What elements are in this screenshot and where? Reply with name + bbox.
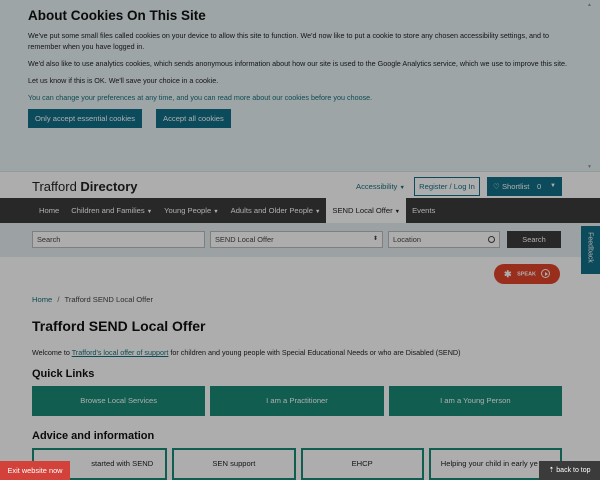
play-icon bbox=[541, 269, 550, 278]
back-to-top-label: back to top bbox=[556, 467, 591, 474]
cookie-paragraph-2: We'd also like to use analytics cookies,… bbox=[28, 59, 567, 68]
breadcrumb-current: Trafford SEND Local Offer bbox=[64, 295, 154, 304]
cookie-preferences-link[interactable]: You can change your preferences at any t… bbox=[28, 92, 572, 103]
quick-links: Browse Local Services I am a Practitione… bbox=[32, 386, 562, 416]
nav-item-young-people[interactable]: Young People ▼ bbox=[158, 198, 224, 223]
chevron-down-icon: ▼ bbox=[394, 209, 401, 215]
nav-item-send-local-offer[interactable]: SEND Local Offer ▼ bbox=[326, 198, 407, 223]
nav-label: Adults and Older People bbox=[230, 206, 313, 215]
advice-links: started with SEND SEN support EHCP Helpi… bbox=[32, 448, 562, 480]
cookie-paragraph-3: Let us know if this is OK. We'll save yo… bbox=[28, 76, 219, 85]
exit-website-button[interactable]: Exit website now bbox=[0, 461, 70, 480]
search-input[interactable]: Search bbox=[32, 231, 205, 248]
feedback-tab[interactable]: Feedback bbox=[581, 226, 600, 274]
nav-label: SEND Local Offer bbox=[332, 206, 393, 215]
local-offer-link[interactable]: Trafford's local offer of support bbox=[72, 348, 169, 357]
breadcrumb-home[interactable]: Home bbox=[32, 295, 52, 304]
feedback-label: Feedback bbox=[586, 232, 594, 263]
accessibility-label: Accessibility bbox=[356, 182, 398, 191]
location-input[interactable]: Location bbox=[388, 231, 500, 248]
nav-label: Home bbox=[39, 206, 60, 215]
cookie-paragraph-1: We've put some small files called cookie… bbox=[28, 31, 550, 51]
search-button[interactable]: Search bbox=[507, 231, 561, 248]
main-nav: Home Children and Families ▼ Young People… bbox=[0, 198, 600, 223]
logo-light-text: Trafford bbox=[32, 179, 77, 194]
nav-label: Events bbox=[412, 206, 436, 215]
heart-icon: ♡ bbox=[493, 182, 500, 191]
arrow-up-icon: ⇡ bbox=[548, 467, 555, 474]
nav-item-home[interactable]: Home bbox=[0, 198, 65, 223]
chevron-down-icon: ▼ bbox=[550, 183, 556, 189]
chevron-down-icon: ▼ bbox=[314, 209, 321, 215]
speak-button[interactable]: ✱ SPEAK bbox=[494, 264, 560, 284]
category-selected: SEND Local Offer bbox=[215, 235, 274, 244]
site-logo[interactable]: Trafford Directory bbox=[32, 179, 138, 194]
search-bar: Search SEND Local Offer ⬍ Location Searc… bbox=[0, 223, 600, 257]
practitioner-button[interactable]: I am a Practitioner bbox=[210, 386, 384, 416]
select-arrows-icon: ⬍ bbox=[372, 236, 378, 242]
nav-label: Children and Families bbox=[71, 206, 145, 215]
shortlist-button[interactable]: ♡ Shortlist 0 ▼ bbox=[487, 177, 562, 196]
accept-all-cookies-button[interactable]: Accept all cookies bbox=[156, 109, 231, 128]
accessibility-person-icon: ✱ bbox=[504, 269, 512, 279]
scroll-up-icon[interactable]: ▲ bbox=[587, 2, 592, 8]
breadcrumb: Home / Trafford SEND Local Offer bbox=[32, 295, 153, 304]
cookie-banner: ▲ About Cookies On This Site We've put s… bbox=[0, 0, 600, 172]
chevron-down-icon: ▼ bbox=[146, 209, 153, 215]
advice-heading: Advice and information bbox=[32, 430, 155, 442]
browse-local-services-button[interactable]: Browse Local Services bbox=[32, 386, 206, 416]
logo-bold-text: Directory bbox=[80, 179, 138, 194]
nav-label: Young People bbox=[164, 206, 212, 215]
shortlist-label: Shortlist bbox=[501, 182, 530, 191]
quick-links-heading: Quick Links bbox=[32, 368, 95, 380]
young-person-button[interactable]: I am a Young Person bbox=[388, 386, 562, 416]
nav-item-children-families[interactable]: Children and Families ▼ bbox=[65, 198, 158, 223]
chevron-down-icon: ▼ bbox=[399, 185, 405, 191]
speak-label: SPEAK bbox=[517, 271, 537, 278]
site-header: Trafford Directory Accessibility ▼ Regis… bbox=[0, 172, 600, 198]
category-select[interactable]: SEND Local Offer ⬍ bbox=[210, 231, 383, 248]
scroll-down-icon[interactable]: ▼ bbox=[587, 164, 592, 170]
welcome-after: for children and young people with Speci… bbox=[168, 348, 461, 357]
chevron-down-icon: ▼ bbox=[213, 209, 219, 215]
page-title: Trafford SEND Local Offer bbox=[32, 318, 206, 334]
sen-support-button[interactable]: SEN support bbox=[172, 448, 296, 480]
register-login-button[interactable]: Register / Log In bbox=[414, 177, 480, 196]
locate-icon[interactable] bbox=[488, 236, 495, 243]
accessibility-dropdown[interactable]: Accessibility ▼ bbox=[356, 182, 405, 191]
welcome-text: Welcome to Trafford's local offer of sup… bbox=[32, 348, 460, 357]
shortlist-count: 0 bbox=[537, 182, 542, 191]
nav-item-events[interactable]: Events bbox=[406, 198, 441, 223]
welcome-before: Welcome to bbox=[32, 348, 72, 357]
essential-cookies-button[interactable]: Only accept essential cookies bbox=[28, 109, 143, 128]
breadcrumb-separator: / bbox=[57, 295, 60, 304]
ehcp-button[interactable]: EHCP bbox=[300, 448, 424, 480]
nav-item-adults-older-people[interactable]: Adults and Older People ▼ bbox=[225, 198, 327, 223]
back-to-top-button[interactable]: ⇡ back to top bbox=[539, 461, 600, 480]
cookie-title: About Cookies On This Site bbox=[28, 8, 206, 23]
location-placeholder: Location bbox=[393, 235, 421, 244]
